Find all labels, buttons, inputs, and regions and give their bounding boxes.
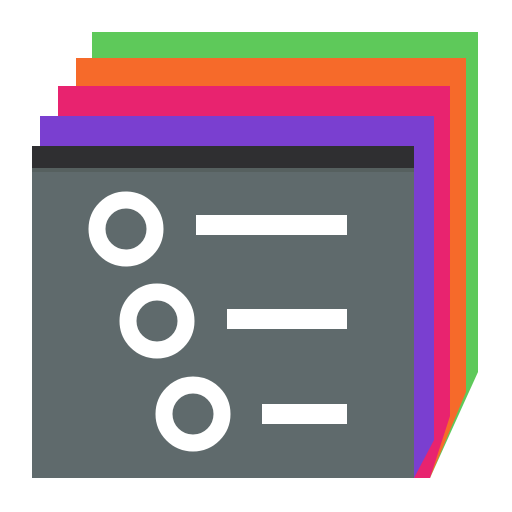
card-header-bar — [32, 146, 414, 168]
stacked-list-app-icon — [32, 32, 478, 478]
app-icon-canvas — [0, 0, 512, 512]
list-line — [196, 215, 347, 235]
list-line — [262, 404, 347, 424]
list-line — [227, 309, 347, 329]
card-header-shadow — [32, 168, 414, 172]
